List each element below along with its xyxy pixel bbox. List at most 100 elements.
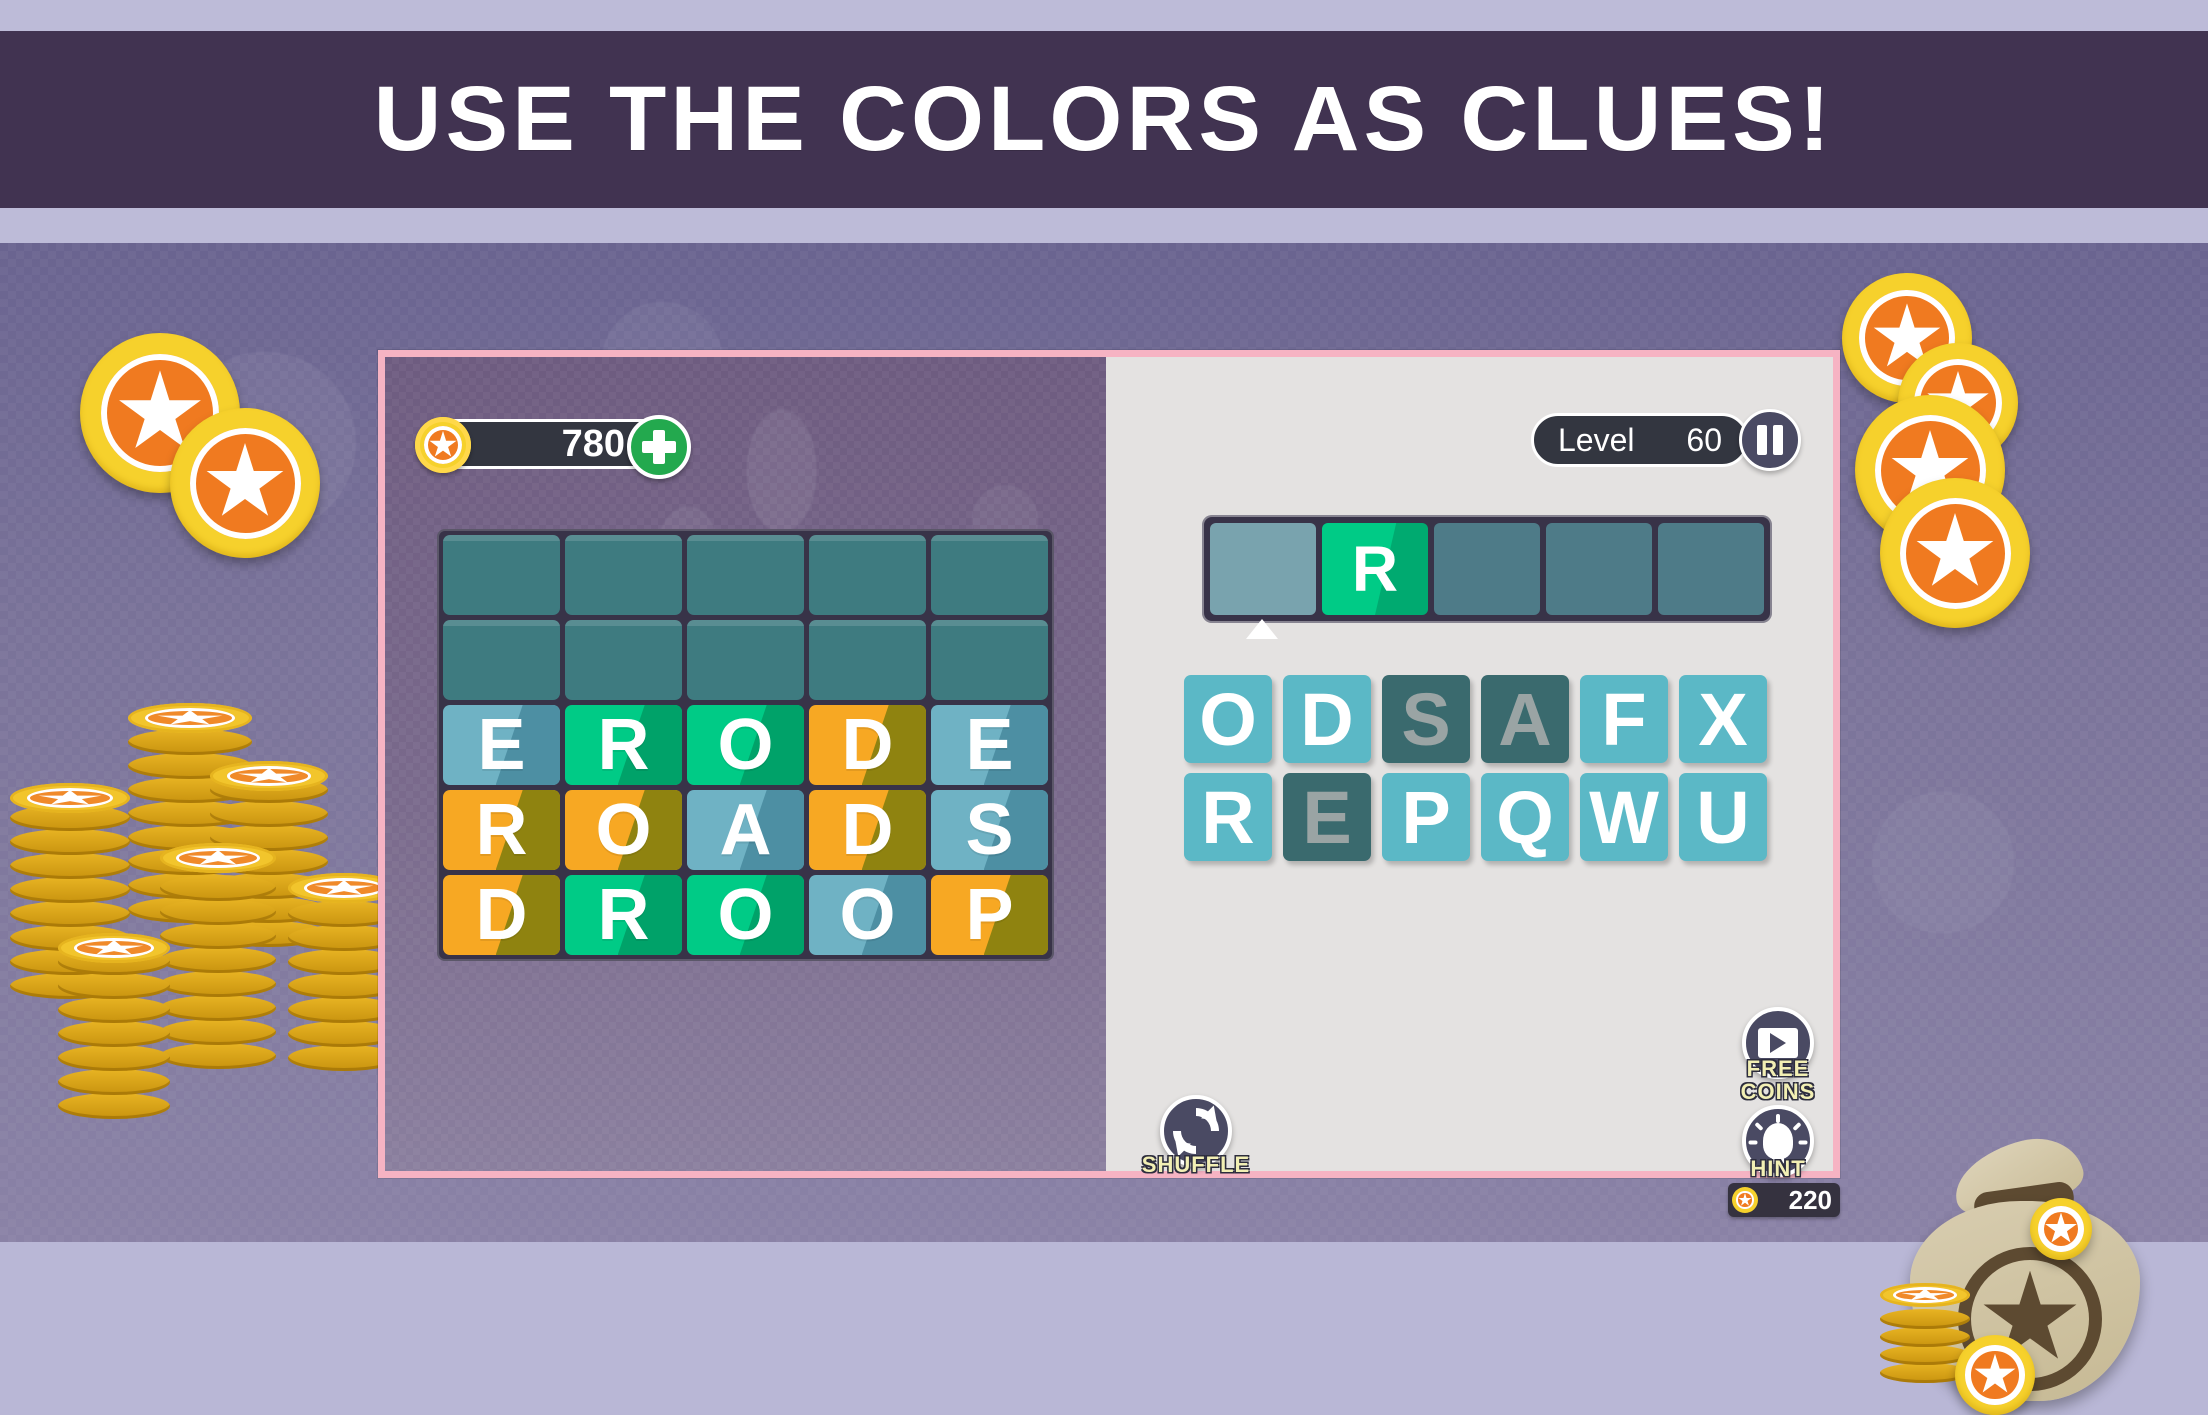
star-icon [206,443,284,516]
video-play-icon [1758,1028,1798,1058]
letter-keyboard: ODSAFX REPQWU [1184,675,1794,861]
letter-key-e: E [1283,773,1371,861]
letter-key-o[interactable]: O [1184,675,1272,763]
grid-cell-glyph: A [719,790,772,870]
level-label: Level [1558,421,1635,458]
coin-face [1899,497,2011,609]
letter-key-w[interactable]: W [1580,773,1668,861]
game-screenshot-frame: 780 ERODEROADSDROOP Level 60 R O D S A F… [378,350,1840,1217]
lightbulb-icon [1763,1123,1793,1164]
coin-face [1965,1345,2025,1405]
answer-slot[interactable] [1434,523,1540,615]
free-coins-label-line2: COINS [1740,1079,1816,1105]
grid-cell-letter: E [931,705,1048,785]
answer-tray: R [1202,515,1772,623]
star-icon [1916,513,1994,586]
hint-cost-badge: 220 [1728,1183,1840,1217]
letter-key-d[interactable]: D [1283,675,1371,763]
shuffle-label: SHUFFLE [1141,1152,1251,1177]
grid-cell-letter: D [443,875,560,955]
coin-face [2038,1206,2084,1252]
grid-cell-letter: O [565,790,682,870]
answer-slot[interactable] [1658,523,1764,615]
add-coins-button[interactable] [627,415,691,479]
grid-cell-glyph: S [965,790,1014,870]
grid-cell-glyph: R [475,790,528,870]
grid-cell-letter: P [931,875,1048,955]
grid-cell-letter: O [687,875,804,955]
letter-key-r[interactable]: R [1184,773,1272,861]
star-icon [1974,1353,2016,1393]
decor-coin [1880,478,2030,628]
grid-cell-glyph: D [475,875,528,955]
grid-cell-glyph: D [841,790,894,870]
free-coins-label-line1: FREE [1746,1056,1810,1081]
letter-key-p[interactable]: P [1382,773,1470,861]
grid-cell-empty [443,535,560,615]
grid-cell-letter: D [809,790,926,870]
grid-cell-glyph: O [717,875,774,955]
free-coins-label: FREE COINS [1698,1057,1858,1103]
grid-cell-glyph: O [717,705,774,785]
grid-cell-letter: R [443,790,560,870]
promo-banner: USE THE COLORS AS CLUES! [0,31,2208,208]
answer-slot[interactable] [1546,523,1652,615]
grid-cell-glyph: O [595,790,652,870]
game-left-panel: 780 ERODEROADSDROOP [385,357,1106,1171]
answer-slot[interactable] [1210,523,1316,615]
level-number: 60 [1686,421,1722,458]
grid-cell-empty [931,535,1048,615]
grid-cell-empty [565,535,682,615]
grid-cell-empty [687,535,804,615]
letter-key-u[interactable]: U [1679,773,1767,861]
hint-cost-value: 220 [1788,1184,1832,1215]
grid-cell-glyph: E [477,705,526,785]
shuffle-arrows-icon [1163,1098,1229,1164]
pause-button[interactable] [1739,409,1801,471]
grid-cell-glyph: R [597,875,650,955]
grid-cell-empty [931,620,1048,700]
letter-key-q[interactable]: Q [1481,773,1569,861]
active-slot-caret [1246,619,1278,639]
grid-cell-empty [809,535,926,615]
answer-slot-glyph: R [1351,533,1399,605]
grid-cell-letter: O [687,705,804,785]
grid-cell-empty [809,620,926,700]
decor-coin-stack [160,843,276,1083]
hint-label: HINT [1750,1156,1806,1181]
star-coin-icon [1732,1187,1758,1213]
coin-balance-value: 780 [561,422,625,465]
letter-key-x[interactable]: X [1679,675,1767,763]
coin-face [189,427,301,539]
keyboard-row: ODSAFX [1184,675,1794,763]
decor-coin [2030,1198,2092,1260]
letter-key-s: S [1382,675,1470,763]
letter-key-a: A [1481,675,1569,763]
grid-cell-letter: E [443,705,560,785]
top-accent-strip [0,0,2208,31]
grid-cell-letter: A [687,790,804,870]
grid-cell-letter: R [565,705,682,785]
level-bar: Level 60 [1531,413,1749,467]
grid-cell-glyph: R [597,705,650,785]
grid-cell-empty [443,620,560,700]
decor-coin-stack [58,933,170,1133]
grid-cell-letter: R [565,875,682,955]
letter-key-f[interactable]: F [1580,675,1668,763]
decor-coin [1955,1335,2035,1415]
grid-cell-empty [565,620,682,700]
grid-cell-empty [687,620,804,700]
grid-cell-letter: S [931,790,1048,870]
grid-cell-glyph: P [965,875,1014,955]
keyboard-row: REPQWU [1184,773,1794,861]
star-icon [2045,1212,2077,1243]
grid-cell-letter: D [809,705,926,785]
level-indicator: Level 60 [1531,409,1811,473]
grid-cell-glyph: D [841,705,894,785]
grid-cell-glyph: O [839,875,896,955]
pause-icon [1757,425,1767,455]
grid-cell-letter: O [809,875,926,955]
coin-counter[interactable]: 780 [415,415,705,479]
answer-slot[interactable]: R [1322,523,1428,615]
promo-headline: USE THE COLORS AS CLUES! [373,68,1835,170]
